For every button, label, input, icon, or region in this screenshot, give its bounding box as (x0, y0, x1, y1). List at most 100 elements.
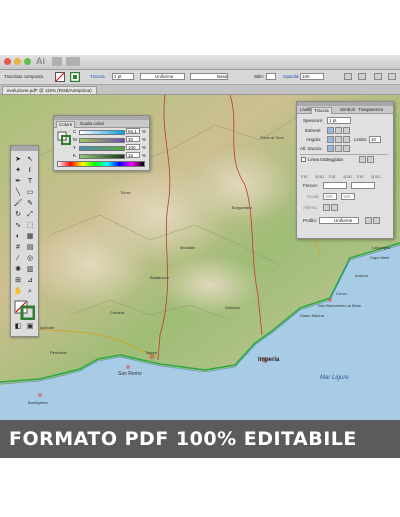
free-transform-tool-icon[interactable]: ⬚ (25, 221, 35, 230)
zoom-window-icon[interactable] (24, 58, 31, 65)
channel-m-slider[interactable] (79, 138, 125, 143)
bridge-icon[interactable] (52, 57, 62, 66)
flip-across-button[interactable] (373, 217, 380, 224)
arrow-tip-at-end-button[interactable] (331, 204, 338, 211)
fill-stroke-mini-swatch[interactable] (57, 131, 71, 145)
lasso-tool-icon[interactable]: ℓ (25, 166, 35, 175)
butt-cap-button[interactable] (327, 127, 334, 134)
brush-definition-field[interactable]: Base (190, 73, 228, 80)
zoom-tool-icon[interactable]: ⌕ (25, 287, 35, 296)
color-panel-tabs: Colore Guida colori (54, 120, 149, 128)
stroke-label[interactable]: Traccia (90, 74, 105, 79)
channel-k-value[interactable]: 15 (126, 152, 140, 158)
color-panel: Colore Guida colori C 66,1 % M 30 % Y 10… (53, 115, 150, 171)
channel-c-slider[interactable] (79, 130, 125, 135)
stroke-weight-field[interactable]: 1 pt (112, 73, 134, 80)
weight-field[interactable]: 1 pt (327, 117, 351, 124)
dash-preserve-button[interactable] (359, 156, 366, 163)
fill-swatch-icon[interactable] (55, 72, 65, 82)
channel-k-slider[interactable] (79, 154, 125, 159)
gap-header-1: spaz. (315, 174, 326, 179)
rectangle-tool-icon[interactable]: ▭ (25, 188, 35, 197)
selection-tool-icon[interactable]: ➤ (13, 155, 23, 164)
hand-tool-icon[interactable]: ✋ (13, 287, 23, 296)
miter-join-button[interactable] (327, 136, 334, 143)
tab-color[interactable]: Colore (56, 121, 76, 128)
arrow-end-dropdown[interactable] (351, 182, 375, 189)
slice-tool-icon[interactable]: ⊿ (25, 276, 35, 285)
channel-k-letter: K (73, 153, 77, 158)
screen-mode-icon[interactable]: ▣ (25, 322, 35, 331)
column-graph-tool-icon[interactable]: ▥ (25, 265, 35, 274)
tab-color-guide[interactable]: Guida colori (78, 121, 106, 127)
drawing-mode-icon[interactable]: ◧ (13, 322, 23, 331)
dash-align-button[interactable] (367, 156, 374, 163)
limit-field[interactable]: 10 (369, 136, 381, 143)
minimize-window-icon[interactable] (14, 58, 21, 65)
variable-width-profile-field[interactable]: Uniforme (140, 73, 185, 80)
map-label-san-bartolomeo: San Bartolomeo al Mare (318, 303, 362, 308)
rotate-tool-icon[interactable]: ↻ (13, 210, 23, 219)
mesh-tool-icon[interactable]: # (13, 243, 23, 252)
map-canvas[interactable]: Imperia San Remo Taggia Bordighera Mar L… (0, 95, 400, 420)
direct-selection-tool-icon[interactable]: ↖ (25, 155, 35, 164)
document-tab[interactable]: evoluzione.pdf* @ 115% (RGB/Anteprima) (2, 86, 97, 94)
align-outside-button[interactable] (343, 145, 350, 152)
transform-icon[interactable] (374, 73, 382, 80)
warp-tool-icon[interactable]: ∿ (13, 221, 23, 230)
pen-tool-icon[interactable]: ✒ (13, 177, 23, 186)
color-spectrum-bar[interactable] (57, 161, 145, 167)
align-icon[interactable] (358, 73, 366, 80)
tab-transparency[interactable]: Trasparenza (356, 107, 385, 113)
arrow-start-dropdown[interactable] (323, 182, 347, 189)
corner-label: Angolo: (306, 137, 322, 142)
fill-stroke-swatches[interactable] (14, 300, 35, 320)
map-label-pieve-di-teco: Pieve di Teco (260, 135, 284, 140)
app-logo: Ai (36, 56, 45, 66)
flip-along-button[interactable] (365, 217, 372, 224)
square-cap-button[interactable] (343, 127, 350, 134)
map-label-borgomaro: Borgomaro (232, 205, 252, 210)
scale-tool-icon[interactable]: ⤢ (25, 210, 35, 219)
gradient-tool-icon[interactable]: ▤ (25, 243, 35, 252)
magic-wand-tool-icon[interactable]: ✦ (13, 166, 23, 175)
round-join-button[interactable] (335, 136, 342, 143)
artboard-tool-icon[interactable]: ⊞ (13, 276, 23, 285)
channel-y-value[interactable]: 100 (126, 144, 140, 150)
map-label-triora: Triora (120, 190, 131, 195)
line-tool-icon[interactable]: ╲ (13, 188, 23, 197)
channel-y-slider[interactable] (79, 146, 125, 151)
map-label-diano-marina: Diano Marina (300, 313, 324, 318)
tools-panel-header[interactable] (11, 146, 38, 151)
profile-dropdown[interactable]: Uniforme (319, 217, 359, 224)
symbol-sprayer-tool-icon[interactable]: ✺ (13, 265, 23, 274)
close-window-icon[interactable] (4, 58, 11, 65)
arrow-end-scale[interactable]: 100 (341, 193, 355, 200)
align-center-button[interactable] (327, 145, 334, 152)
stroke-swatch-icon[interactable] (70, 72, 80, 82)
tab-stroke[interactable]: Traccia (311, 107, 332, 114)
round-cap-button[interactable] (335, 127, 342, 134)
bevel-join-button[interactable] (343, 136, 350, 143)
pencil-tool-icon[interactable]: ✎ (25, 199, 35, 208)
paintbrush-tool-icon[interactable]: 🖌 (13, 199, 23, 208)
type-tool-icon[interactable]: T (25, 177, 35, 186)
arrow-start-scale[interactable]: 100 (323, 193, 337, 200)
arrange-documents-icon[interactable] (66, 57, 80, 66)
eyedropper-tool-icon[interactable]: ⁄ (13, 254, 23, 263)
opacity-field[interactable]: 100 (300, 73, 324, 80)
perspective-grid-tool-icon[interactable]: ▦ (25, 232, 35, 241)
channel-m-value[interactable]: 30 (126, 136, 140, 142)
tab-symbols[interactable]: Simboli (338, 107, 357, 113)
channel-c-value[interactable]: 66,1 (126, 128, 140, 134)
shape-builder-tool-icon[interactable]: ◐ (13, 232, 23, 241)
panel-divider (300, 154, 388, 155)
recolor-artwork-icon[interactable] (344, 73, 352, 80)
arrow-tip-beyond-button[interactable] (323, 204, 330, 211)
blend-tool-icon[interactable]: ◎ (25, 254, 35, 263)
graphic-style-swatch[interactable] (266, 73, 276, 80)
align-inside-button[interactable] (335, 145, 342, 152)
opacity-label[interactable]: Opacità (283, 74, 299, 79)
panel-menu-icon[interactable] (388, 73, 396, 80)
dashed-line-checkbox[interactable] (301, 157, 306, 162)
